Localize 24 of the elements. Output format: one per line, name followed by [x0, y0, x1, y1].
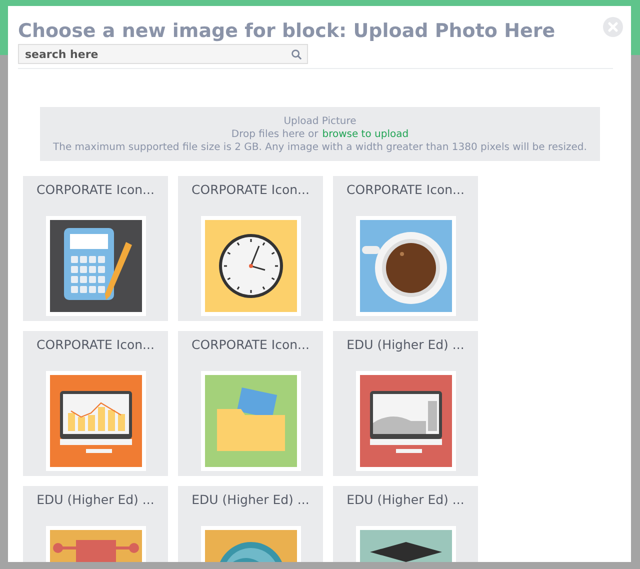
upload-heading: Upload Picture	[282, 115, 358, 128]
image-tile[interactable]: EDU (Higher Ed) ...	[23, 486, 168, 562]
image-tile[interactable]: EDU (Higher Ed) ...	[333, 486, 478, 562]
drop-text: Drop files here or	[231, 128, 318, 141]
image-title: CORPORATE Icon...	[192, 337, 310, 352]
image-tile[interactable]: EDU (Higher Ed) ...	[333, 331, 478, 476]
image-title: EDU (Higher Ed) ...	[192, 492, 310, 507]
dialog-title: Choose a new image for block: Upload Photo Here	[18, 19, 556, 42]
image-title: EDU (Higher Ed) ...	[346, 337, 464, 352]
image-tile[interactable]: CORPORATE Icon...	[23, 176, 168, 321]
image-title: EDU (Higher Ed) ...	[346, 492, 464, 507]
image-tile[interactable]: CORPORATE Icon...	[178, 331, 323, 476]
search-field[interactable]: search here	[18, 44, 308, 64]
image-tile[interactable]: CORPORATE Icon...	[178, 176, 323, 321]
image-title: EDU (Higher Ed) ...	[36, 492, 154, 507]
image-title: CORPORATE Icon...	[192, 182, 310, 197]
image-tile[interactable]: EDU (Higher Ed) ...	[178, 486, 323, 562]
file-size-note: The maximum supported file size is 2 GB. Any image with a width greater than 1380 pixels will be resized.	[52, 141, 588, 154]
image-title: CORPORATE Icon...	[36, 182, 154, 197]
image-title: CORPORATE Icon...	[346, 182, 464, 197]
image-tile[interactable]: CORPORATE Icon...	[23, 331, 168, 476]
search-icon[interactable]	[291, 49, 302, 60]
image-tile[interactable]: CORPORATE Icon...	[333, 176, 478, 321]
image-title: CORPORATE Icon...	[36, 337, 154, 352]
